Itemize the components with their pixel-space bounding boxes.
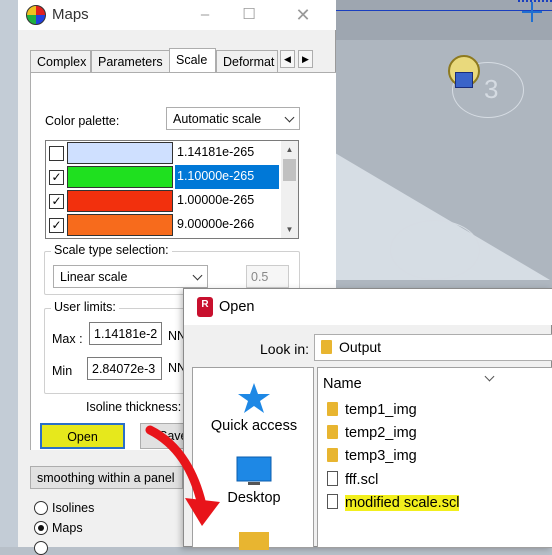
file-item[interactable]: temp1_img	[327, 402, 417, 424]
sort-chevron-icon	[484, 371, 495, 382]
desktop-icon	[236, 456, 272, 485]
file-list[interactable]: Name temp1_img temp2_img temp3_img fff.s…	[317, 367, 552, 548]
folder-icon	[327, 402, 338, 416]
color-palette-list[interactable]: 1.14181e-265 ✓ 1.10000e-265 ✓ 1.00000e-2…	[45, 140, 299, 239]
tab-deformation[interactable]: Deformat	[216, 50, 278, 72]
palette-row[interactable]: ✓ 9.00000e-266	[46, 213, 282, 237]
file-name: temp1_img	[345, 402, 417, 418]
scale-factor-field: 0.5	[246, 265, 289, 288]
palette-value: 1.00000e-265	[177, 193, 255, 207]
maps-titlebar: Maps – ☐ ✕	[18, 0, 336, 30]
star-icon	[238, 383, 270, 413]
minimize-icon[interactable]: –	[194, 4, 216, 26]
scale-type-select[interactable]: Linear scale	[53, 265, 208, 288]
open-dialog-title: Open	[219, 299, 255, 315]
user-limits-group: User limits:	[44, 300, 186, 394]
tab-complex[interactable]: Complex	[30, 50, 91, 72]
isolines-label: Isolines	[52, 501, 95, 515]
palette-checkbox[interactable]: ✓	[49, 218, 64, 233]
min-field[interactable]: 2.84072e-3	[87, 357, 162, 380]
document-icon	[327, 471, 338, 486]
look-in-label: Look in:	[260, 341, 310, 357]
scroll-up-icon[interactable]: ▲	[281, 141, 298, 158]
chevron-down-icon	[192, 270, 203, 281]
red-arrow-annotation	[145, 425, 220, 526]
node-marker-circle	[390, 220, 480, 280]
cube-icon	[455, 72, 473, 88]
maximize-icon[interactable]: ☐	[238, 4, 260, 26]
folder-icon	[327, 425, 338, 439]
node-number-label: 3	[484, 74, 499, 104]
palette-row[interactable]: ✓ 1.10000e-265	[46, 165, 282, 189]
palette-row[interactable]: 1.14181e-265	[46, 141, 282, 165]
file-item[interactable]: fff.scl	[327, 471, 378, 493]
color-palette-select[interactable]: Automatic scale	[166, 107, 300, 130]
window-title: Maps	[52, 6, 89, 23]
scale-type-label: Scale type selection:	[51, 243, 172, 257]
tab-scroll-right-icon[interactable]: ▶	[298, 50, 313, 68]
document-icon	[327, 494, 338, 509]
chevron-down-icon	[284, 112, 295, 123]
palette-color-swatch[interactable]	[67, 214, 173, 236]
max-field[interactable]: 1.14181e-2	[89, 322, 162, 345]
open-button[interactable]: Open	[40, 423, 125, 449]
tab-scale[interactable]: Scale	[169, 48, 216, 73]
file-item[interactable]: temp3_img	[327, 448, 417, 470]
folder-icon	[321, 340, 332, 354]
color-palette-value: Automatic scale	[173, 112, 262, 126]
look-in-value: Output	[339, 339, 382, 355]
look-in-select[interactable]: Output	[314, 334, 552, 361]
isolines-radio[interactable]	[34, 501, 48, 515]
close-icon[interactable]: ✕	[292, 4, 314, 26]
file-item-highlighted[interactable]: modified scale.scl	[327, 494, 460, 516]
tab-scroll-left-icon[interactable]: ◀	[280, 50, 295, 68]
column-header-name[interactable]: Name	[323, 376, 362, 392]
palette-checkbox[interactable]: ✓	[49, 194, 64, 209]
maps-label: Maps	[52, 521, 83, 535]
palette-row[interactable]: ✓ 1.00000e-265	[46, 189, 282, 213]
palette-value: 9.00000e-266	[177, 217, 255, 231]
plus-icon[interactable]	[520, 0, 544, 24]
file-name: temp3_img	[345, 448, 417, 464]
min-label: Min	[52, 364, 73, 378]
scroll-thumb[interactable]	[283, 159, 296, 181]
user-limits-label: User limits:	[51, 300, 119, 314]
palette-color-swatch[interactable]	[67, 166, 173, 188]
folder-icon[interactable]	[239, 532, 269, 550]
scale-type-value: Linear scale	[60, 270, 128, 284]
palette-value: 1.10000e-265	[175, 165, 279, 189]
color-palette-label: Color palette:	[45, 114, 120, 128]
third-radio[interactable]	[34, 541, 48, 555]
isoline-thickness-label: Isoline thickness:	[86, 400, 182, 414]
file-name: modified scale.scl	[345, 495, 460, 511]
palette-value: 1.14181e-265	[177, 145, 255, 159]
max-label: Max :	[52, 332, 83, 346]
palette-checkbox[interactable]	[49, 146, 64, 161]
scroll-down-icon[interactable]: ▼	[281, 221, 298, 238]
folder-icon	[327, 448, 338, 462]
file-name: temp2_img	[345, 425, 417, 441]
open-dialog-titlebar: R Open	[184, 289, 552, 325]
palette-checkbox[interactable]: ✓	[49, 170, 64, 185]
maps-radio[interactable]	[34, 521, 48, 535]
app-logo-icon: R	[197, 297, 213, 317]
file-name: fff.scl	[345, 472, 379, 488]
palette-scrollbar[interactable]: ▲ ▼	[281, 141, 298, 238]
app-icon	[26, 5, 46, 25]
palette-color-swatch[interactable]	[67, 190, 173, 212]
file-item[interactable]: temp2_img	[327, 425, 417, 447]
palette-color-swatch[interactable]	[67, 142, 173, 164]
tab-parameters[interactable]: Parameters	[91, 50, 170, 72]
